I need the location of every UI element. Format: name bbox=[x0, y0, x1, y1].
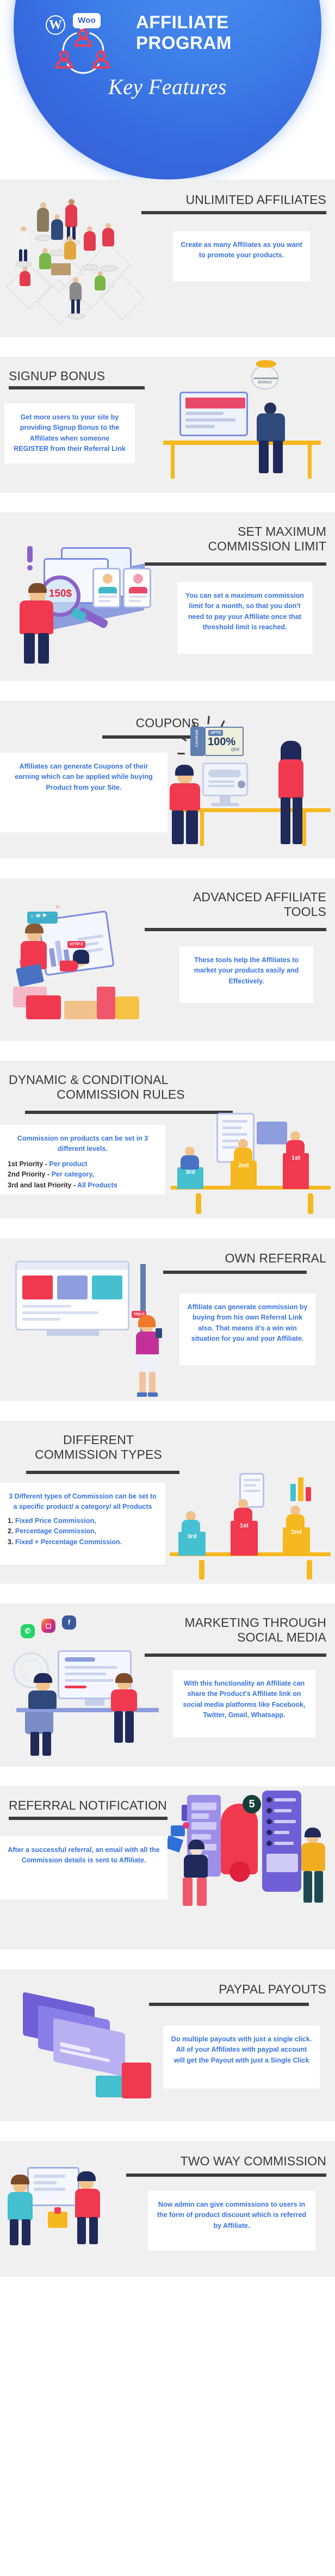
feature-title-line-1: DYNAMIC & CONDITIONAL bbox=[9, 1073, 169, 1087]
commission-rules-illustration: 3rd 2nd 1st bbox=[166, 1113, 335, 1216]
feature-description: Commission on products can be set in 3 d… bbox=[0, 1125, 165, 1194]
title-underline bbox=[149, 2003, 309, 2006]
instagram-icon: ◻ bbox=[41, 1619, 55, 1633]
affiliate-network-icon bbox=[55, 29, 110, 74]
feature-signup-bonus: SIGNUP BONUS Get more users to your site… bbox=[0, 357, 335, 493]
notification-illustration: 5 bbox=[164, 1789, 335, 1945]
podium-first: 1st bbox=[231, 1521, 258, 1556]
hero-title-line-1: AFFILIATE bbox=[136, 12, 229, 32]
title-underline bbox=[26, 1471, 179, 1474]
commission-limit-illustration: 150$ bbox=[11, 534, 174, 670]
whatsapp-icon: ✆ bbox=[21, 1624, 35, 1638]
section-gap bbox=[0, 1401, 335, 1421]
feature-description: 3 Different types of Commission can be s… bbox=[0, 1483, 165, 1564]
social-media-illustration: ✆ ◻ f bbox=[5, 1614, 169, 1762]
title-underline bbox=[145, 1654, 326, 1657]
rule-item: 1st Priority - Per product bbox=[8, 1160, 88, 1168]
commission-types-illustration: 3rd 1st 2nd bbox=[166, 1473, 335, 1582]
section-gap bbox=[0, 337, 335, 357]
feature-advanced-affiliate-tools: ADVANCED AFFILIATE TOOLS These tools hel… bbox=[0, 878, 335, 1041]
feature-description: Affiliate can generate commission by buy… bbox=[179, 1293, 315, 1365]
facebook-icon: f bbox=[62, 1615, 76, 1630]
feature-unlimited-affiliates: UNLIMITED AFFILIATES Create as many Affi… bbox=[0, 179, 335, 337]
coupons-illustration: COUPON UPTO 100% OFF bbox=[169, 711, 335, 857]
feature-two-way-commission: TWO WAY COMMISSION Now admin can give co… bbox=[0, 2141, 335, 2277]
hero-title-line-2: PROGRAM bbox=[136, 33, 232, 53]
rule-item: 3rd and last Priority - All Products bbox=[8, 1181, 117, 1189]
feature-title: REFERRAL NOTIFICATION bbox=[9, 1798, 167, 1812]
section-gap bbox=[0, 1218, 335, 1238]
feature-title-line-2: COMMISSION RULES bbox=[57, 1087, 185, 1101]
feature-description: Create as many Affiliates as you want to… bbox=[173, 231, 310, 281]
own-referral-illustration: http:// bbox=[3, 1253, 176, 1399]
feature-different-commission-types: DIFFERENT COMMISSION TYPES 3 Different t… bbox=[0, 1421, 335, 1584]
commission-type-item: 2. Percentage Commission, bbox=[8, 1527, 97, 1535]
title-underline bbox=[126, 2174, 326, 2177]
notification-count-badge: 5 bbox=[243, 1795, 261, 1813]
feature-title: DYNAMIC & CONDITIONAL COMMISSION RULES bbox=[9, 1073, 248, 1101]
title-underline bbox=[163, 1271, 307, 1274]
title-underline bbox=[9, 1817, 167, 1820]
section-gap bbox=[0, 493, 335, 512]
section-gap bbox=[0, 858, 335, 878]
podium-first: 1st bbox=[283, 1153, 309, 1189]
feature-title-line-2: COMMISSION TYPES bbox=[35, 1447, 162, 1462]
feature-title-line-1: DIFFERENT bbox=[63, 1433, 134, 1447]
feature-description: Now admin can give commissions to users … bbox=[148, 2191, 315, 2251]
feature-paypal-payouts: PAYPAL PAYOUTS Do multiple payouts with … bbox=[0, 1969, 335, 2121]
commission-type-item: 1. Fixed Price Commission, bbox=[8, 1516, 96, 1525]
commission-type-item: 3. Fixed + Percentage Commission. bbox=[8, 1538, 122, 1546]
feature-description: These tools help the Affiliates to marke… bbox=[179, 946, 313, 1003]
feature-title: DIFFERENT COMMISSION TYPES bbox=[9, 1433, 188, 1462]
hero-title: AFFILIATE PROGRAM bbox=[136, 12, 315, 54]
feature-description: You can set a maximum commission limit f… bbox=[177, 582, 312, 654]
podium-third: 3rd bbox=[177, 1167, 203, 1189]
title-underline bbox=[141, 211, 326, 214]
feature-description: Get more users to your site by providing… bbox=[4, 404, 135, 463]
rules-lead-text: Commission on products can be set in 3 d… bbox=[17, 1135, 148, 1153]
feature-dynamic-conditional-commission-rules: DYNAMIC & CONDITIONAL COMMISSION RULES C… bbox=[0, 1061, 335, 1218]
signup-bonus-illustration: BONUS bbox=[158, 360, 332, 491]
section-gap bbox=[0, 2121, 335, 2141]
section-gap bbox=[0, 1767, 335, 1786]
feature-description: Do multiple payouts with just a single c… bbox=[163, 2026, 320, 2089]
title-underline bbox=[9, 386, 145, 389]
section-gap bbox=[0, 1041, 335, 1061]
types-lead-text: 3 Different types of Commission can be s… bbox=[9, 1493, 157, 1511]
hero-subtitle: Key Features bbox=[108, 75, 227, 99]
two-way-commission-illustration bbox=[8, 2148, 149, 2274]
podium-second: 2nd bbox=[283, 1527, 310, 1556]
commission-amount-label: 150$ bbox=[48, 588, 72, 599]
feature-set-maximum-commission-limit: SET MAXIMUM COMMISSION LIMIT You can set… bbox=[0, 512, 335, 681]
feature-description: After a successful referral, an email wi… bbox=[0, 1836, 167, 1899]
feature-coupons: COUPONS Affiliates can generate Coupons … bbox=[0, 701, 335, 858]
section-gap bbox=[0, 681, 335, 701]
section-gap bbox=[0, 1949, 335, 1969]
feature-marketing-through-social-media: MARKETING THROUGH SOCIAL MEDIA With this… bbox=[0, 1603, 335, 1767]
podium-third: 3rd bbox=[178, 1532, 206, 1556]
feature-referral-notification: REFERRAL NOTIFICATION After a successful… bbox=[0, 1786, 335, 1949]
affiliate-tools-illustration: × HTTP:// ☼ ✉ ⚑ bbox=[8, 894, 176, 1037]
hero-logo-group: W Woo bbox=[41, 11, 128, 74]
section-gap bbox=[0, 1584, 335, 1603]
feature-description: With this functionality an Affiliate can… bbox=[173, 1670, 315, 1737]
isometric-network-illustration bbox=[6, 189, 169, 331]
feature-description: Affiliates can generate Coupons of their… bbox=[0, 753, 167, 832]
hero-header: W Woo AFFILIATE PROGRAM Key Features bbox=[0, 0, 335, 179]
feature-own-referral: OWN REFERRAL Affiliate can generate comm… bbox=[0, 1238, 335, 1401]
paypal-payouts-illustration bbox=[14, 1991, 161, 2113]
rule-item: 2nd Priority - Per category, bbox=[8, 1171, 94, 1179]
bonus-bag-icon: BONUS bbox=[251, 360, 278, 389]
podium-second: 2nd bbox=[231, 1161, 257, 1189]
